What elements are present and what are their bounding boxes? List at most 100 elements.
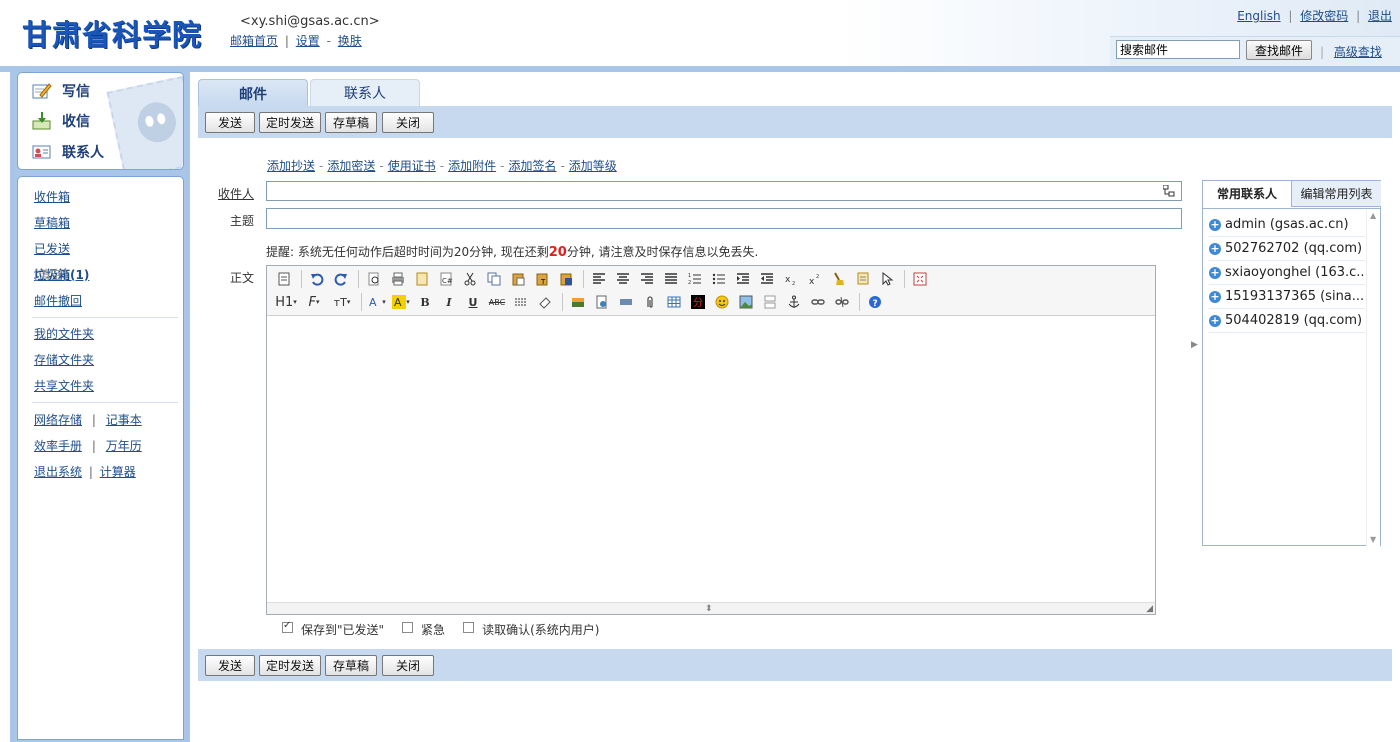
scroll-down-icon[interactable]: ▼ xyxy=(1370,535,1376,544)
contact-item[interactable]: +502762702 (qq.com) xyxy=(1209,237,1365,261)
inbox-link[interactable]: 收件箱 xyxy=(34,188,70,205)
recall-link[interactable]: 邮件撤回 xyxy=(34,292,82,309)
clean-format-icon[interactable] xyxy=(828,269,850,289)
receive-button[interactable]: 收信 xyxy=(32,110,90,132)
add-priority-link[interactable]: 添加等级 xyxy=(569,159,617,173)
advanced-search-link[interactable]: 高级查找 xyxy=(1334,45,1382,59)
fullscreen-icon[interactable] xyxy=(909,269,931,289)
italic-icon[interactable]: I xyxy=(438,292,460,312)
cut-icon[interactable] xyxy=(459,269,481,289)
add-attachment-link[interactable]: 添加附件 xyxy=(448,159,496,173)
sent-link[interactable]: 已发送 xyxy=(34,240,70,257)
unlink-icon[interactable] xyxy=(831,292,853,312)
close-button-bottom[interactable]: 关闭 xyxy=(382,655,434,676)
add-signature-link[interactable]: 添加签名 xyxy=(508,159,556,173)
scroll-up-icon[interactable]: ▲ xyxy=(1370,211,1376,220)
save-to-sent-option[interactable]: 保存到"已发送" xyxy=(282,620,384,638)
outdent-icon[interactable] xyxy=(756,269,778,289)
font-size-dropdown[interactable]: тT ▾ xyxy=(329,292,355,312)
select-cursor-icon[interactable] xyxy=(876,269,898,289)
my-folders-link[interactable]: 我的文件夹 xyxy=(34,325,94,342)
recipient-field[interactable] xyxy=(266,181,1182,201)
scheduled-send-button-bottom[interactable]: 定时发送 xyxy=(259,655,321,676)
clear-trash-link[interactable]: [清空] xyxy=(34,266,67,283)
attachment-icon[interactable] xyxy=(639,292,661,312)
redo-icon[interactable] xyxy=(330,269,352,289)
change-password-link[interactable]: 修改密码 xyxy=(1300,9,1348,23)
special-char-icon[interactable]: 分 xyxy=(687,292,709,312)
address-book-icon[interactable] xyxy=(1162,184,1175,197)
insert-table-icon[interactable] xyxy=(663,292,685,312)
calculator-link[interactable]: 计算器 xyxy=(100,465,136,479)
heading-dropdown[interactable]: H1 ▾ xyxy=(273,292,299,312)
format-painter-icon[interactable] xyxy=(852,269,874,289)
superscript-icon[interactable]: x2 xyxy=(804,269,826,289)
use-certificate-link[interactable]: 使用证书 xyxy=(388,159,436,173)
close-button[interactable]: 关闭 xyxy=(382,112,434,133)
contact-item[interactable]: + admin (gsas.ac.cn) xyxy=(1209,213,1365,237)
editor-body[interactable] xyxy=(267,317,1155,601)
compose-button[interactable]: 写信 xyxy=(32,80,90,102)
horizontal-rule-icon[interactable] xyxy=(510,292,532,312)
highlight-color-icon[interactable]: A ▾ xyxy=(390,292,412,312)
undo-icon[interactable] xyxy=(306,269,328,289)
font-color-icon[interactable]: A ▾ xyxy=(366,292,388,312)
handbook-link[interactable]: 效率手册 xyxy=(34,439,82,453)
tab-contacts[interactable]: 联系人 xyxy=(310,79,420,106)
align-left-icon[interactable] xyxy=(588,269,610,289)
tab-frequent-contacts[interactable]: 常用联系人 xyxy=(1203,181,1292,207)
strikethrough-icon[interactable]: ABC xyxy=(486,292,508,312)
change-skin-link[interactable]: 换肤 xyxy=(338,34,362,48)
tab-edit-frequent-list[interactable]: 编辑常用列表 xyxy=(1292,181,1381,207)
bold-icon[interactable]: B xyxy=(414,292,436,312)
code-icon[interactable]: C# xyxy=(435,269,457,289)
settings-link[interactable]: 设置 xyxy=(296,34,320,48)
mailbox-home-link[interactable]: 邮箱首页 xyxy=(230,34,278,48)
align-center-icon[interactable] xyxy=(612,269,634,289)
tab-mail[interactable]: 邮件 xyxy=(198,79,308,107)
storage-folders-link[interactable]: 存储文件夹 xyxy=(34,351,94,368)
paste-icon[interactable] xyxy=(507,269,529,289)
save-draft-button[interactable]: 存草稿 xyxy=(325,112,377,133)
unordered-list-icon[interactable] xyxy=(708,269,730,289)
insert-flash-icon[interactable] xyxy=(615,292,637,312)
subject-field[interactable] xyxy=(266,208,1182,229)
search-input[interactable] xyxy=(1116,40,1240,59)
paste-word-icon[interactable] xyxy=(555,269,577,289)
read-receipt-option[interactable]: 读取确认(系统内用户) xyxy=(463,621,599,638)
logout-link[interactable]: 退出 xyxy=(1368,9,1392,23)
send-button[interactable]: 发送 xyxy=(205,112,255,133)
save-draft-button-bottom[interactable]: 存草稿 xyxy=(325,655,377,676)
urgent-option[interactable]: 紧急 xyxy=(402,621,445,638)
copy-icon[interactable] xyxy=(483,269,505,289)
anchor-icon[interactable] xyxy=(783,292,805,312)
add-bcc-link[interactable]: 添加密送 xyxy=(327,159,375,173)
contact-item[interactable]: +15193137365 (sina.... xyxy=(1209,285,1365,309)
send-button-bottom[interactable]: 发送 xyxy=(205,655,255,676)
eraser-icon[interactable] xyxy=(534,292,556,312)
paste-text-icon[interactable]: T xyxy=(531,269,553,289)
save-to-sent-checkbox[interactable] xyxy=(282,620,293,633)
urgent-checkbox[interactable] xyxy=(402,622,414,633)
indent-icon[interactable] xyxy=(732,269,754,289)
contact-list-scrollbar[interactable]: ▲ ▼ xyxy=(1366,209,1380,546)
subscript-icon[interactable]: x2 xyxy=(780,269,802,289)
drafts-link[interactable]: 草稿箱 xyxy=(34,214,70,231)
align-justify-icon[interactable] xyxy=(660,269,682,289)
notebook-link[interactable]: 记事本 xyxy=(106,413,142,427)
font-family-dropdown[interactable]: F ▾ xyxy=(301,292,327,312)
source-icon[interactable] xyxy=(273,269,295,289)
collapse-panel-icon[interactable]: ▶ xyxy=(1191,340,1198,350)
contacts-button[interactable]: 联系人 xyxy=(32,141,104,163)
scheduled-send-button[interactable]: 定时发送 xyxy=(259,112,321,133)
underline-icon[interactable]: U xyxy=(462,292,484,312)
help-icon[interactable]: ? xyxy=(864,292,886,312)
ordered-list-icon[interactable]: 12 xyxy=(684,269,706,289)
insert-image-icon[interactable] xyxy=(567,292,589,312)
preview-icon[interactable] xyxy=(363,269,385,289)
print-icon[interactable] xyxy=(387,269,409,289)
net-storage-link[interactable]: 网络存储 xyxy=(34,413,82,427)
contact-item[interactable]: +504402819 (qq.com) xyxy=(1209,309,1365,333)
recipient-label[interactable]: 收件人 xyxy=(218,185,254,202)
template-icon[interactable] xyxy=(411,269,433,289)
